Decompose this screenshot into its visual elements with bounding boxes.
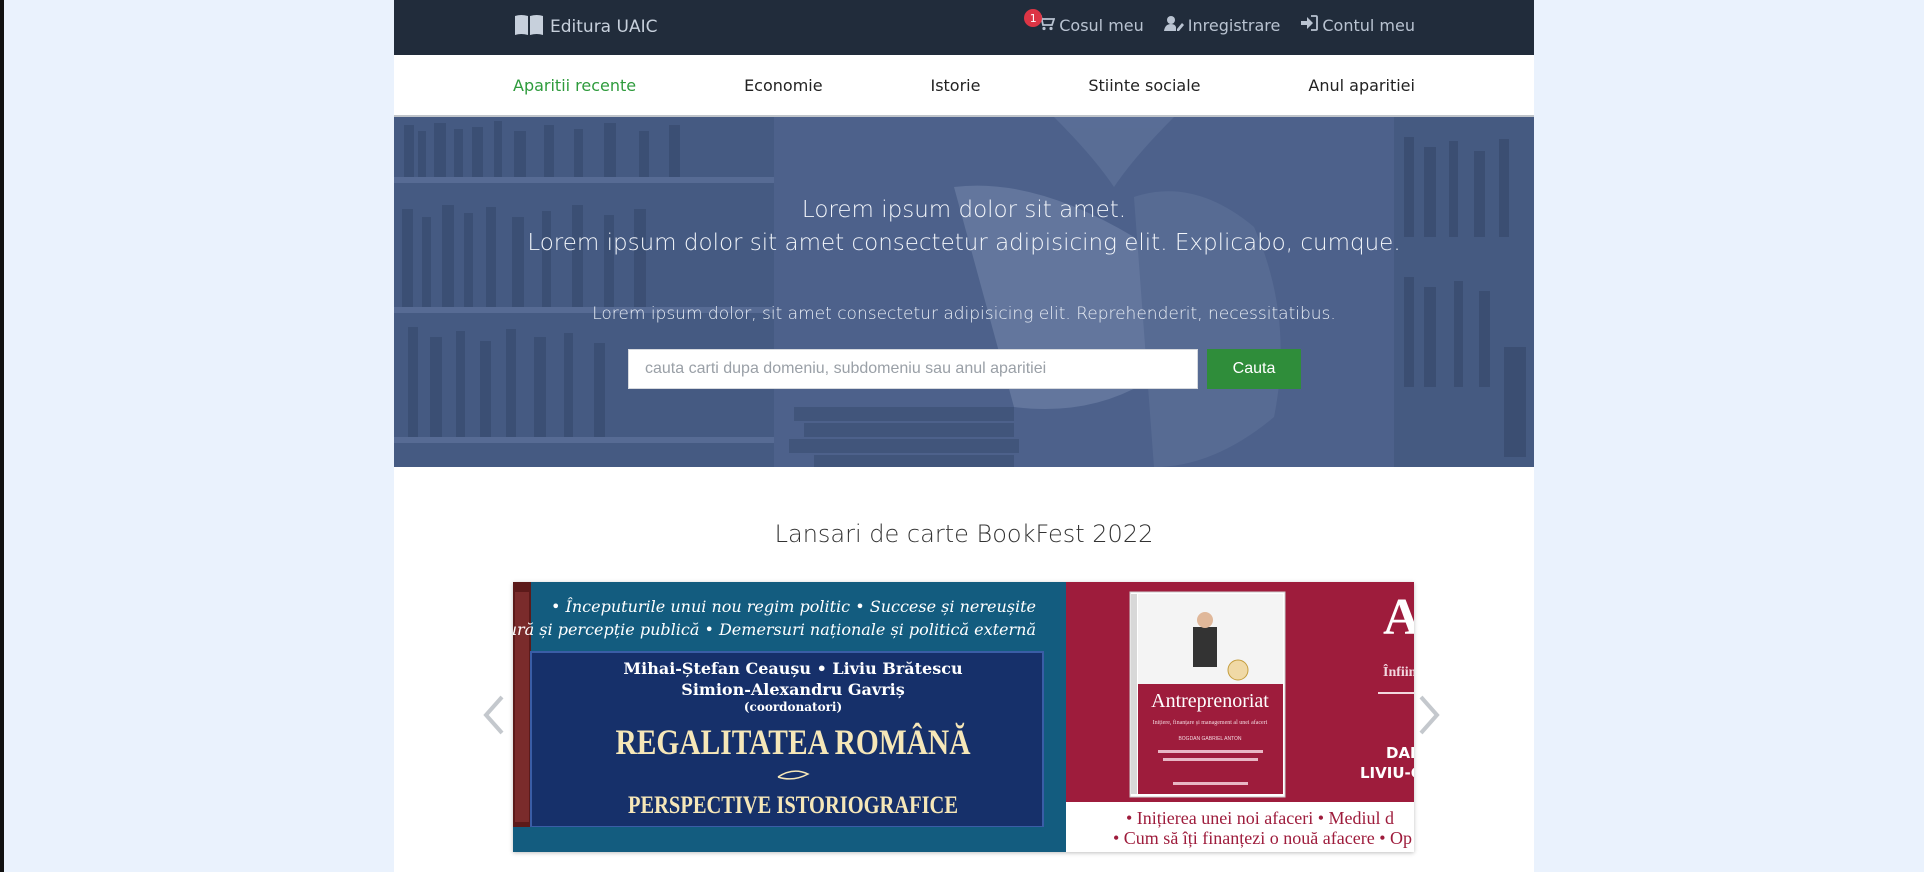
section-title: Lansari de carte BookFest 2022 [774, 520, 1154, 548]
register-label: Inregistrare [1187, 15, 1281, 35]
page-container: Editura UAIC 1 Cosul meu Inregistrare Co… [394, 0, 1534, 872]
carousel-next-button[interactable] [1414, 695, 1444, 739]
slide1-title: REGALITATEA ROMÂNĂ [616, 722, 971, 762]
hero-banner: Lorem ipsum dolor sit amet. Lorem ipsum … [394, 117, 1534, 467]
window-edge [0, 0, 4, 872]
slide2-book-author: BOGDAN GABRIEL ANTON [1178, 736, 1241, 742]
account-label: Contul meu [1322, 15, 1415, 35]
top-bar: Editura UAIC 1 Cosul meu Inregistrare Co… [394, 0, 1534, 55]
category-history[interactable]: Istorie [930, 76, 980, 95]
carousel-prev-button[interactable] [479, 695, 509, 739]
slide2-bullets-line-2: • Cum să îți finanțezi o nouă afacere • … [1113, 828, 1412, 848]
register-link[interactable]: Inregistrare [1163, 15, 1281, 35]
slide2-partial-subtitle: Înființ [1383, 663, 1414, 680]
hero-subtitle: Lorem ipsum dolor, sit amet consectetur … [592, 304, 1336, 324]
slide2-partial-title: Ar [1383, 589, 1414, 646]
search-button[interactable]: Cauta [1207, 349, 1301, 389]
top-nav: 1 Cosul meu Inregistrare Contul meu [1024, 9, 1415, 35]
hero-background-image [394, 117, 1534, 467]
slide2-book-title: Antreprenoriat [1151, 690, 1269, 712]
slide1-authors-line-1: Mihai-Ștefan Ceaușu • Liviu Brătescu [623, 659, 963, 678]
slide2-book-subtitle: Inițiere, finanțare și management al une… [1153, 719, 1268, 726]
category-social-sciences[interactable]: Stiinte sociale [1088, 76, 1200, 95]
category-year[interactable]: Anul aparitiei [1308, 76, 1415, 95]
slide2-bullets-line-1: • Inițierea unei noi afaceri • Mediul d [1126, 808, 1394, 828]
slide1-bullets-line-1: • Începuturile unui nou regim politic • … [551, 596, 1036, 616]
brand-name: Editura UAIC [550, 17, 658, 37]
category-nav: Aparitii recente Economie Istorie Stiint… [394, 55, 1534, 117]
slide1-authors-line-2: Simion-Alexandru Gavriș [681, 680, 904, 699]
book-carousel[interactable]: • Începuturile unui nou regim politic • … [513, 582, 1414, 852]
slide1-subtitle: PERSPECTIVE ISTORIOGRAFICE [628, 792, 958, 819]
slide2-partial-names-1: DAN [1386, 744, 1414, 762]
account-link[interactable]: Contul meu [1300, 15, 1415, 35]
hero-heading-line-2: Lorem ipsum dolor sit amet consectetur a… [527, 230, 1401, 256]
user-edit-icon [1163, 15, 1188, 35]
cart-link[interactable]: 1 Cosul meu [1024, 9, 1144, 35]
slide1-bullets-line-2: • Cultură și percepție publică • Demersu… [513, 620, 1036, 639]
cart-label: Cosul meu [1059, 15, 1144, 35]
search-form: Cauta [628, 349, 1301, 389]
slide2-partial-names-2: LIVIU-G [1360, 764, 1414, 782]
book-open-icon [513, 13, 550, 42]
chevron-left-icon [482, 695, 506, 739]
carousel-slide-image: • Începuturile unui nou regim politic • … [513, 582, 1414, 852]
brand-link[interactable]: Editura UAIC [513, 14, 657, 40]
chevron-right-icon [1417, 695, 1441, 739]
sign-in-icon [1300, 15, 1322, 35]
search-input[interactable] [628, 349, 1198, 389]
category-recent[interactable]: Aparitii recente [513, 76, 636, 95]
category-economy[interactable]: Economie [744, 76, 823, 95]
hero-heading-line-1: Lorem ipsum dolor sit amet. [801, 197, 1127, 223]
slide1-coordinators: (coordonatori) [744, 700, 842, 714]
